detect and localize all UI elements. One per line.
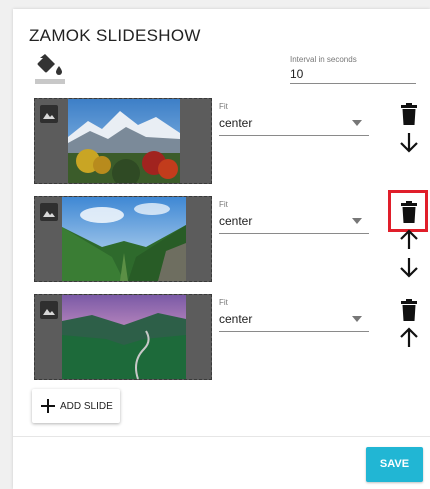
fit-select[interactable]: center	[219, 214, 252, 228]
slide-thumbnail[interactable]	[34, 98, 212, 184]
slide-thumbnail[interactable]	[34, 294, 212, 380]
plus-icon	[41, 399, 55, 413]
slide-image	[68, 99, 180, 183]
delete-icon[interactable]	[399, 103, 419, 125]
fit-label: Fit	[219, 200, 228, 209]
fit-underline	[219, 135, 369, 136]
dialog-title: ZAMOK SLIDESHOW	[29, 26, 201, 45]
divider	[13, 436, 430, 437]
arrow-down-icon[interactable]	[399, 131, 419, 153]
interval-label: Interval in seconds	[290, 55, 357, 64]
slideshow-dialog: ZAMOK SLIDESHOW Interval in seconds 10 F…	[13, 9, 430, 489]
delete-icon[interactable]	[399, 201, 419, 223]
arrow-down-icon[interactable]	[399, 256, 419, 278]
fit-underline	[219, 331, 369, 332]
image-icon	[40, 203, 58, 221]
fit-label: Fit	[219, 298, 228, 307]
arrow-up-icon[interactable]	[399, 327, 419, 349]
format-color-fill-icon[interactable]	[35, 54, 65, 88]
slide-image	[62, 197, 186, 281]
add-slide-label: ADD SLIDE	[60, 401, 113, 412]
slide-row: Fit center	[13, 190, 430, 286]
interval-underline	[290, 83, 416, 84]
add-slide-button[interactable]: ADD SLIDE	[32, 389, 120, 423]
save-button[interactable]: SAVE	[366, 447, 423, 482]
fit-label: Fit	[219, 102, 228, 111]
chevron-down-icon[interactable]	[352, 120, 362, 126]
image-icon	[40, 301, 58, 319]
fit-select[interactable]: center	[219, 312, 252, 326]
slide-thumbnail[interactable]	[34, 196, 212, 282]
image-icon	[40, 105, 58, 123]
interval-input[interactable]: 10	[290, 67, 303, 81]
slide-image	[62, 295, 186, 379]
chevron-down-icon[interactable]	[352, 218, 362, 224]
fit-select[interactable]: center	[219, 116, 252, 130]
arrow-up-icon[interactable]	[399, 229, 419, 251]
fit-underline	[219, 233, 369, 234]
slide-row: Fit center	[13, 98, 430, 188]
chevron-down-icon[interactable]	[352, 316, 362, 322]
slide-row: Fit center	[13, 294, 430, 384]
delete-icon[interactable]	[399, 299, 419, 321]
